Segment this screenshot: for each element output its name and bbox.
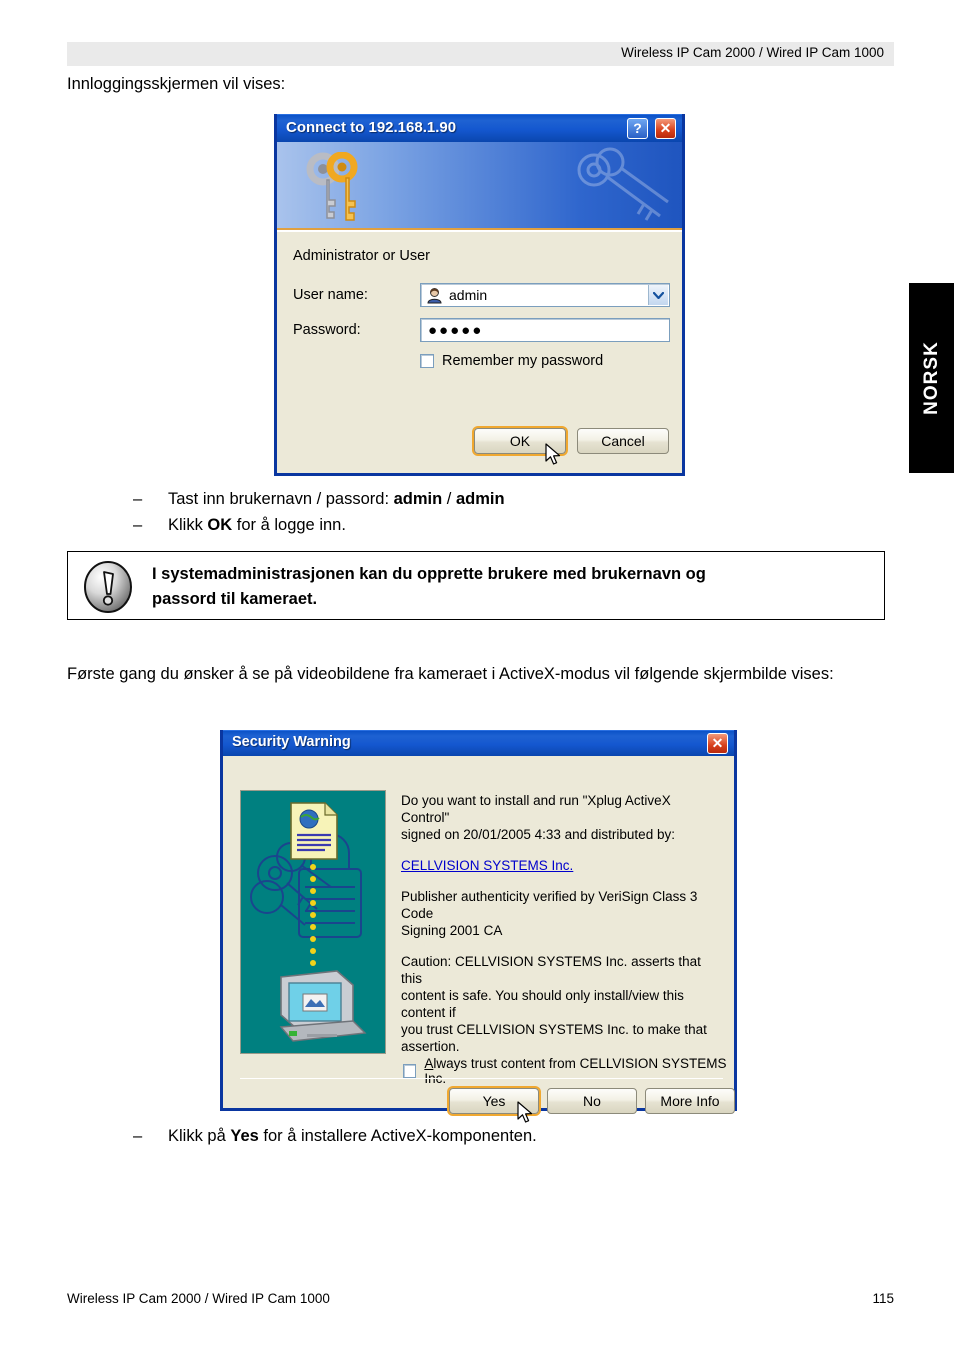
always-trust-row[interactable]: Always trust content from CELLVISION SYS… xyxy=(403,1056,734,1086)
password-value: ●●●●● xyxy=(428,322,484,339)
login-dialog-title: Connect to 192.168.1.90 xyxy=(286,119,457,136)
activex-intro-text: Første gang du ønsker å se på videobilde… xyxy=(67,665,834,683)
cancel-button[interactable]: Cancel xyxy=(577,428,669,454)
footer-page-number: 115 xyxy=(872,1291,894,1306)
remember-password-checkbox[interactable] xyxy=(420,354,434,368)
realm-label: Administrator or User xyxy=(293,248,430,264)
verified-text: Publisher authenticity verified by VeriS… xyxy=(401,889,698,938)
list-item-text: Tast inn brukernavn / passord: admin / a… xyxy=(168,490,505,508)
close-icon[interactable]: ✕ xyxy=(707,733,728,754)
keys-watermark-icon xyxy=(577,147,669,221)
note-line-1: I systemadministrasjonen kan du opprette… xyxy=(152,565,706,583)
footer-title: Wireless IP Cam 2000 / Wired IP Cam 1000 xyxy=(67,1291,330,1306)
login-dialog-titlebar[interactable]: Connect to 192.168.1.90 ? ✕ xyxy=(277,114,682,142)
note-text: I systemadministrasjonen kan du opprette… xyxy=(152,562,872,612)
remember-password-label: Remember my password xyxy=(442,353,604,369)
password-label: Password: xyxy=(293,322,361,338)
always-trust-checkbox[interactable] xyxy=(403,1064,417,1078)
security-dialog-titlebar[interactable]: Security Warning ✕ xyxy=(223,730,734,756)
username-label: User name: xyxy=(293,287,368,303)
list-item: – Tast inn brukernavn / passord: admin /… xyxy=(133,486,505,512)
security-question: Do you want to install and run "Xplug Ac… xyxy=(401,793,675,842)
bullet-dash: – xyxy=(133,516,143,534)
yes-button[interactable]: Yes xyxy=(449,1088,539,1114)
login-dialog-banner xyxy=(277,142,682,230)
security-illustration xyxy=(240,790,386,1054)
list-item-text: Klikk på Yes for å installere ActiveX-ko… xyxy=(168,1127,537,1145)
close-icon[interactable]: ✕ xyxy=(655,118,676,139)
user-avatar-icon xyxy=(427,288,442,304)
no-button[interactable]: No xyxy=(547,1088,637,1114)
security-dialog-text: Do you want to install and run "Xplug Ac… xyxy=(401,792,721,1069)
note-box: I systemadministrasjonen kan du opprette… xyxy=(67,551,885,620)
remember-password-row[interactable]: Remember my password xyxy=(420,353,603,369)
security-dialog-title: Security Warning xyxy=(232,734,351,750)
password-input[interactable]: ●●●●● xyxy=(420,318,670,342)
login-steps-list: – Tast inn brukernavn / passord: admin /… xyxy=(133,486,505,538)
security-dialog-body: Do you want to install and run "Xplug Ac… xyxy=(223,756,735,1123)
bullet-dash: – xyxy=(133,490,143,508)
intro-text: Innloggingsskjermen vil vises: xyxy=(67,75,286,93)
ok-button[interactable]: OK xyxy=(474,428,566,454)
divider xyxy=(240,1078,723,1079)
username-value: admin xyxy=(449,287,488,303)
publisher-link[interactable]: CELLVISION SYSTEMS Inc. xyxy=(401,857,573,874)
page-header-title: Wireless IP Cam 2000 / Wired IP Cam 1000 xyxy=(621,45,884,60)
help-icon[interactable]: ? xyxy=(627,118,648,139)
note-line-2: passord til kameraet. xyxy=(152,590,318,608)
more-info-button[interactable]: More Info xyxy=(645,1088,735,1114)
language-side-tab-label: NORSK xyxy=(920,341,942,415)
always-trust-label: Always trust content from CELLVISION SYS… xyxy=(424,1056,727,1086)
caution-text: Caution: CELLVISION SYSTEMS Inc. asserts… xyxy=(401,954,707,1054)
list-item: – Klikk OK for å logge inn. xyxy=(133,512,505,538)
chevron-down-icon[interactable] xyxy=(648,285,668,305)
page-header-band: Wireless IP Cam 2000 / Wired IP Cam 1000 xyxy=(67,42,894,66)
activex-steps-list: – Klikk på Yes for å installere ActiveX-… xyxy=(133,1123,537,1149)
bullet-dash: – xyxy=(133,1127,143,1145)
keys-icon xyxy=(306,152,358,221)
list-item-text: Klikk OK for å logge inn. xyxy=(168,516,346,534)
username-input[interactable]: admin xyxy=(420,283,670,307)
publisher-link-paragraph: CELLVISION SYSTEMS Inc. xyxy=(401,857,721,874)
connect-login-dialog: Connect to 192.168.1.90 ? ✕ Administrato… xyxy=(274,114,685,476)
list-item: – Klikk på Yes for å installere ActiveX-… xyxy=(133,1123,537,1149)
exclamation-icon xyxy=(84,561,132,613)
security-warning-dialog: Security Warning ✕ Do you want to instal… xyxy=(220,730,737,1123)
language-side-tab: NORSK xyxy=(909,283,954,473)
login-dialog-body: Administrator or User User name: admin P… xyxy=(277,230,682,472)
signed-content-illustration-icon xyxy=(241,791,385,1053)
